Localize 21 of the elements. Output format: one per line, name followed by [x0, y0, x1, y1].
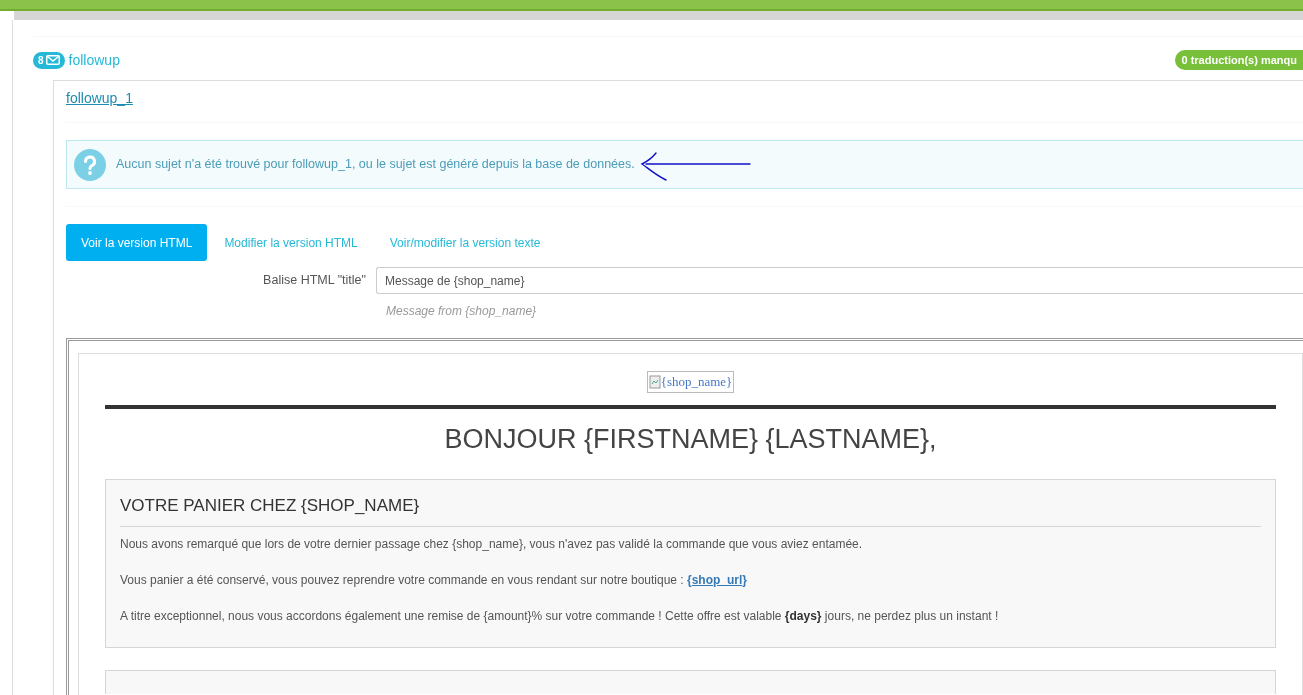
- tab[interactable]: Voir/modifier la version texte: [374, 224, 556, 261]
- module-link[interactable]: followup: [68, 49, 120, 71]
- missing-translations-badge: 0 traduction(s) manqu: [1175, 49, 1303, 71]
- count-badge: 8: [33, 51, 65, 69]
- template-link[interactable]: followup_1: [66, 81, 133, 116]
- title-input-field[interactable]: Message de {shop_name}: [376, 267, 1303, 294]
- help-icon: [74, 148, 106, 181]
- envelope-icon: [45, 55, 60, 65]
- paragraph: Vous panier a été conservé, vous pouvez reprendre votre commande en vous rendant sur notre boutique : {shop_url}: [120, 571, 749, 589]
- panel-heading: VOTRE PANIER CHEZ {SHOP_NAME}: [120, 496, 1261, 527]
- alert-text: Aucun sujet n'a été trouvé pour followup_1, ou le sujet est généré depuis la base de données.: [116, 156, 635, 174]
- tab[interactable]: Voir la version HTML: [66, 224, 208, 261]
- tab[interactable]: Modifier la version HTML: [209, 224, 373, 261]
- field-hint: Message from {shop_name}: [386, 303, 538, 320]
- paragraph: A titre exceptionnel, nous vous accordons également une remise de {amount}% sur votre commande ! Cette offre est valable {days} jours, ne perdez plus un instant !: [120, 607, 1000, 625]
- shop-link[interactable]: {shop_url}: [687, 572, 748, 587]
- field-label: Balise HTML "title": [262, 272, 367, 290]
- paragraph: Nous avons remarqué que lors de votre dernier passage chez {shop_name}, vous n'avez pas validé la commande que vous aviez entamée.: [120, 535, 864, 553]
- broken-image-icon: [648, 374, 661, 389]
- broken-image: {shop_name}: [646, 371, 735, 393]
- greeting-heading: BONJOUR {FIRSTNAME} {LASTNAME},: [443, 422, 938, 456]
